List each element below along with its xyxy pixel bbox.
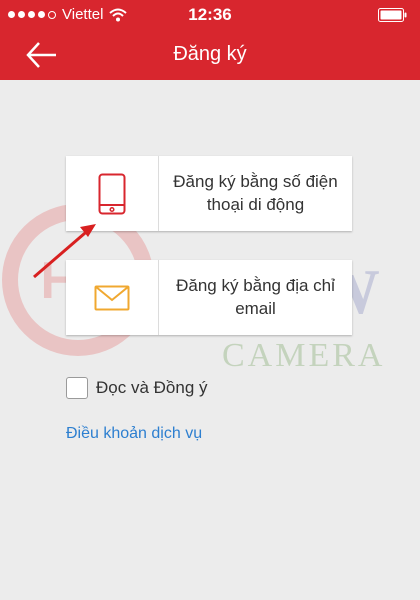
status-time: 12:36 — [188, 5, 232, 24]
page-title: Đăng ký — [173, 43, 247, 65]
watermark-text-camera: CAMERA — [222, 337, 386, 374]
agree-checkbox[interactable] — [66, 377, 88, 399]
email-icon-cell — [66, 260, 159, 335]
envelope-icon — [94, 285, 130, 310]
terms-of-service-link[interactable]: Điều khoản dịch vụ — [66, 425, 202, 443]
mobile-phone-icon — [98, 173, 126, 214]
register-by-email-button[interactable]: Đăng ký bằng địa chỉ email — [66, 260, 352, 335]
register-by-phone-button[interactable]: Đăng ký bằng số điện thoại di động — [66, 156, 352, 231]
agree-label: Đọc và Đồng ý — [96, 378, 208, 397]
agreement-row: Đọc và Đồng ý — [66, 377, 208, 399]
register-by-email-label: Đăng ký bằng địa chỉ email — [176, 276, 335, 318]
status-bar: Viettel 12:36 — [0, 0, 420, 30]
battery-icon — [378, 8, 407, 22]
nav-bar: Đăng ký — [0, 30, 420, 80]
phone-icon-cell — [66, 156, 159, 231]
register-by-phone-label: Đăng ký bằng số điện thoại di động — [173, 172, 338, 214]
